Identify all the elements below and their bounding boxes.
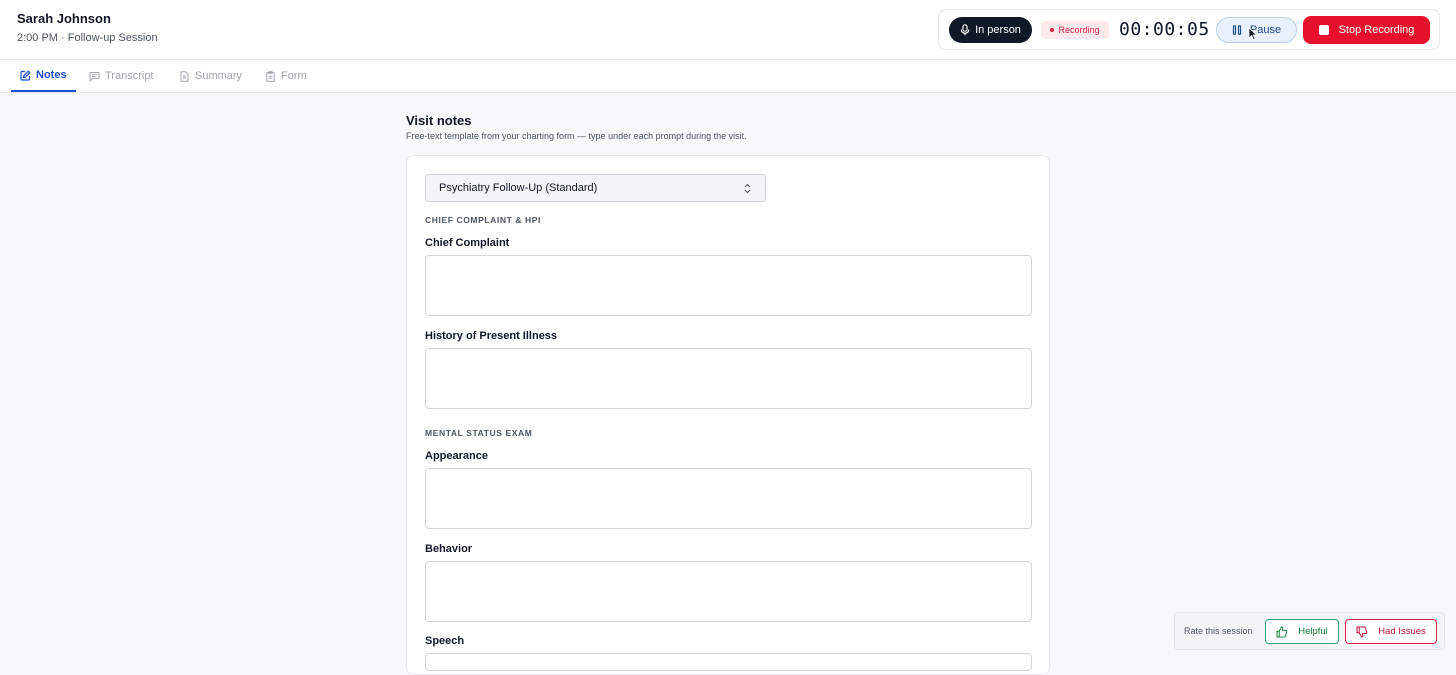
- field-label-speech: Speech: [425, 635, 465, 647]
- recording-controls: In person Recording 00:00:05 Pause Stop …: [938, 9, 1440, 50]
- recording-dot-icon: [1050, 28, 1055, 32]
- tab-form[interactable]: Form: [265, 60, 307, 92]
- tab-form-label: Form: [281, 70, 307, 82]
- session-info: 2:00 PM · Follow-up Session: [17, 32, 158, 44]
- tab-notes-label: Notes: [36, 69, 67, 81]
- tab-transcript[interactable]: Transcript: [89, 60, 154, 92]
- field-label-history-of-present-illness: History of Present Illness: [425, 330, 558, 342]
- speech-textarea[interactable]: [425, 653, 1032, 671]
- stop-icon: [1318, 25, 1329, 35]
- appearance-textarea[interactable]: [425, 468, 1032, 529]
- field-label-chief-complaint: Chief Complaint: [425, 237, 510, 249]
- thumbs-down-icon: [1356, 626, 1368, 638]
- recording-status-badge: Recording: [1041, 21, 1109, 39]
- rate-session-label: Rate this session: [1184, 626, 1253, 636]
- message-icon: [89, 71, 100, 82]
- clipboard-icon: [266, 70, 275, 82]
- visit-notes-card: Psychiatry Follow-Up (Standard) CHIEF CO…: [406, 155, 1050, 675]
- tab-summary-label: Summary: [195, 70, 243, 82]
- template-select-value: Psychiatry Follow-Up (Standard): [439, 182, 598, 194]
- helpful-button[interactable]: Helpful: [1265, 619, 1339, 644]
- tab-notes[interactable]: Notes: [11, 60, 76, 92]
- recording-status-label: Recording: [1058, 25, 1100, 35]
- helpful-label: Helpful: [1298, 626, 1328, 637]
- patient-name: Sarah Johnson: [17, 11, 111, 26]
- microphone-icon: [960, 24, 970, 36]
- mouse-cursor-icon: [1248, 27, 1258, 41]
- had-issues-button[interactable]: Had Issues: [1345, 619, 1437, 644]
- had-issues-label: Had Issues: [1378, 626, 1426, 637]
- in-person-mode-button[interactable]: In person: [949, 17, 1032, 43]
- page-description: Free-text template from your charting fo…: [406, 131, 747, 141]
- pause-icon: [1232, 25, 1241, 35]
- recording-timer: 00:00:05: [1119, 19, 1210, 40]
- tab-summary[interactable]: Summary: [179, 60, 242, 92]
- chief-complaint-textarea[interactable]: [425, 255, 1032, 316]
- history-of-present-illness-textarea[interactable]: [425, 348, 1032, 409]
- tab-transcript-label: Transcript: [105, 70, 154, 82]
- section-title-mental-status-exam: MENTAL STATUS EXAM: [425, 428, 533, 438]
- template-select[interactable]: Psychiatry Follow-Up (Standard): [425, 174, 766, 202]
- in-person-label: In person: [975, 24, 1021, 36]
- field-label-appearance: Appearance: [425, 450, 488, 462]
- session-rating-bar: Rate this session Helpful Had Issues: [1174, 612, 1445, 650]
- thumbs-up-icon: [1276, 625, 1288, 637]
- tab-bar: Notes Transcript Summary Form: [0, 60, 1456, 93]
- page-title: Visit notes: [406, 113, 472, 128]
- stop-recording-label: Stop Recording: [1338, 24, 1415, 36]
- section-title-chief-complaint-hpi: CHIEF COMPLAINT & HPI: [425, 215, 542, 225]
- session-header: Sarah Johnson 2:00 PM · Follow-up Sessio…: [0, 0, 1456, 60]
- document-icon: [180, 70, 189, 82]
- chevron-up-down-icon: [744, 183, 751, 194]
- edit-icon: [20, 69, 31, 81]
- field-label-behavior: Behavior: [425, 543, 473, 555]
- behavior-textarea[interactable]: [425, 561, 1032, 622]
- stop-recording-button[interactable]: Stop Recording: [1303, 16, 1430, 44]
